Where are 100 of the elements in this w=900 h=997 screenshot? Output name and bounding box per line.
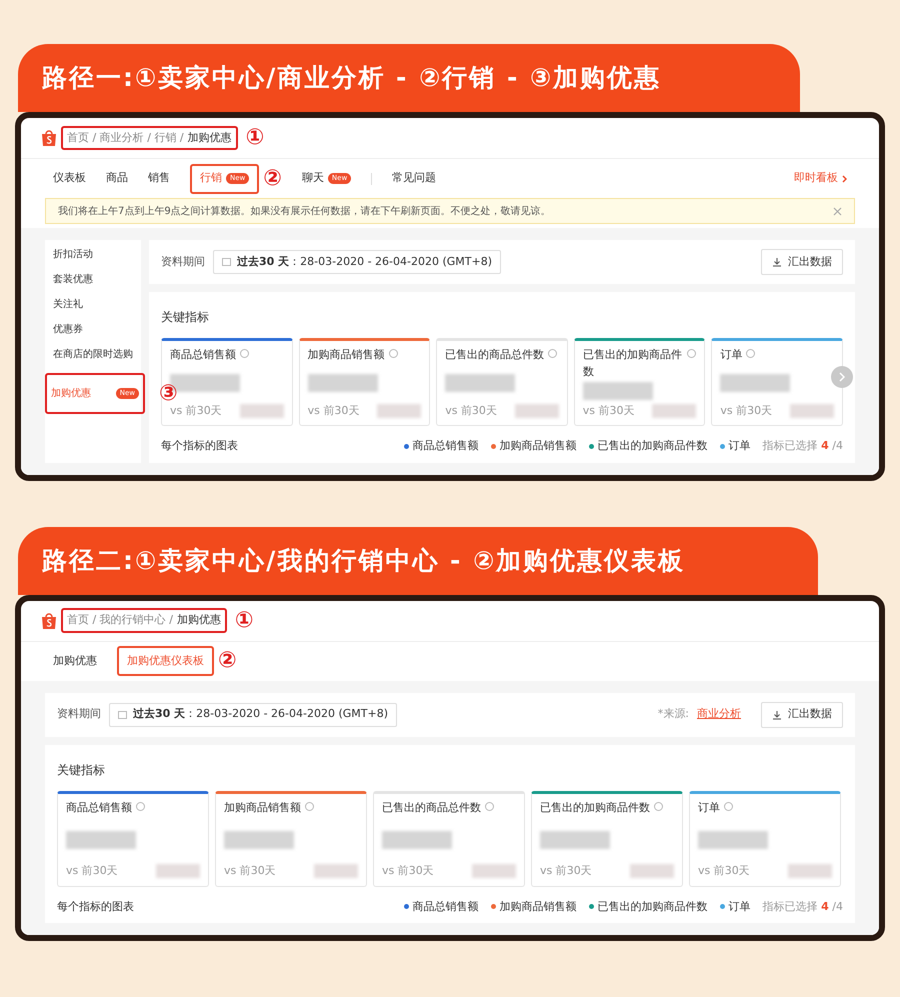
chart-heading: 每个指标的图表 bbox=[57, 898, 135, 914]
metric-title: 商品总销售额 bbox=[170, 347, 236, 363]
comparison-label: vs 前30天 bbox=[582, 402, 635, 418]
redacted-value bbox=[788, 864, 832, 878]
live-board-link[interactable]: 即时看板 bbox=[794, 170, 847, 187]
section-title-banner: 路径二:①卖家中心/我的行销中心 - ②加购优惠仪表板 bbox=[18, 526, 818, 594]
chart-heading: 每个指标的图表 bbox=[161, 438, 239, 454]
metric-title: 已售出的商品总件数 bbox=[445, 347, 544, 363]
chevron-right-icon bbox=[842, 174, 847, 182]
comparison-label: vs 前30天 bbox=[66, 863, 118, 879]
metric-title: 加购商品销售额 bbox=[308, 347, 385, 363]
help-icon bbox=[388, 349, 398, 358]
sidebar-item[interactable]: 在商店的限时选购 bbox=[53, 348, 133, 361]
calendar-icon bbox=[222, 258, 231, 266]
callout-number: ① bbox=[246, 127, 264, 149]
metric-card[interactable]: 已售出的加购商品件数 vs 前30天 bbox=[574, 338, 706, 426]
callout-number: ① bbox=[234, 610, 254, 632]
comparison-label: vs 前30天 bbox=[445, 402, 497, 418]
redacted-value bbox=[445, 374, 516, 392]
comparison-label: vs 前30天 bbox=[308, 402, 360, 418]
metric-title: 已售出的加购商品件数 bbox=[582, 347, 683, 380]
redacted-value bbox=[652, 404, 696, 418]
help-icon bbox=[687, 349, 696, 358]
date-range-field[interactable]: 过去30 天：28-03-2020 - 26-04-2020 (GMT+8) bbox=[109, 702, 397, 726]
redacted-value bbox=[472, 864, 516, 878]
selected-count-label: 指标已选择 4 /4 bbox=[762, 898, 843, 914]
breadcrumb-current: 加购优惠 bbox=[188, 130, 232, 146]
help-icon bbox=[305, 802, 314, 810]
source-label: *来源: bbox=[658, 706, 689, 722]
legend-label: 订单 bbox=[728, 438, 751, 454]
redacted-value bbox=[240, 404, 284, 418]
callout-number: ② bbox=[218, 650, 237, 672]
redacted-value bbox=[382, 830, 452, 848]
sidebar-item[interactable]: 优惠券 bbox=[53, 323, 83, 336]
nav-tab[interactable]: 加购优惠仪表板 bbox=[117, 646, 214, 676]
sidebar-item[interactable]: 套装优惠 bbox=[53, 273, 93, 286]
metric-card[interactable]: 加购商品销售额 vs 前30天 bbox=[298, 338, 430, 426]
legend-label: 加购商品销售额 bbox=[500, 438, 577, 454]
legend-label: 商品总销售额 bbox=[412, 438, 479, 454]
breadcrumb-current: 加购优惠 bbox=[176, 612, 221, 628]
legend-label: 订单 bbox=[728, 898, 751, 914]
legend-label: 加购商品销售额 bbox=[500, 898, 577, 914]
metric-card[interactable]: 已售出的商品总件数 vs 前30天 bbox=[436, 338, 568, 426]
redacted-value bbox=[582, 382, 653, 400]
section-title-banner: 路径一:①卖家中心/商业分析 - ②行销 - ③加购优惠 bbox=[18, 44, 800, 112]
shopping-bag-icon bbox=[41, 129, 57, 147]
help-icon bbox=[654, 802, 663, 810]
redacted-value bbox=[720, 374, 790, 392]
legend-label: 商品总销售额 bbox=[412, 898, 479, 914]
metric-title: 已售出的加购商品件数 bbox=[540, 800, 650, 816]
shopping-bag-icon bbox=[41, 612, 57, 630]
download-icon bbox=[772, 710, 782, 720]
comparison-label: vs 前30天 bbox=[720, 402, 772, 418]
metric-card[interactable]: 订单 vs 前30天 bbox=[711, 338, 843, 426]
section-heading: 关键指标 bbox=[161, 309, 210, 326]
sidebar-item[interactable]: 关注礼 bbox=[53, 298, 83, 311]
metric-card[interactable]: 已售出的商品总件数 vs 前30天 bbox=[373, 790, 525, 886]
help-icon bbox=[136, 802, 145, 810]
redacted-value bbox=[540, 830, 610, 848]
redacted-value bbox=[308, 374, 378, 392]
comparison-label: vs 前30天 bbox=[382, 863, 434, 879]
metric-card[interactable]: 已售出的加购商品件数 vs 前30天 bbox=[531, 790, 683, 886]
comparison-label: vs 前30天 bbox=[698, 863, 750, 879]
export-button[interactable]: 汇出数据 bbox=[761, 249, 843, 275]
date-range-field[interactable]: 过去30 天：28-03-2020 - 26-04-2020 (GMT+8) bbox=[213, 250, 501, 274]
metric-title: 订单 bbox=[720, 347, 742, 363]
export-button[interactable]: 汇出数据 bbox=[761, 702, 843, 728]
comparison-label: vs 前30天 bbox=[540, 863, 592, 879]
redacted-value bbox=[224, 830, 294, 848]
help-icon bbox=[746, 349, 756, 358]
period-label: 资料期间 bbox=[57, 706, 101, 722]
help-icon bbox=[724, 802, 733, 810]
source-link[interactable]: 商业分析 bbox=[697, 706, 741, 723]
metric-title: 已售出的商品总件数 bbox=[382, 800, 481, 816]
help-icon bbox=[240, 349, 249, 358]
nav-tab[interactable]: 仪表板 bbox=[53, 164, 86, 194]
next-button[interactable] bbox=[831, 366, 853, 388]
period-label: 资料期间 bbox=[161, 254, 205, 270]
section-heading: 关键指标 bbox=[57, 762, 106, 778]
legend-label: 已售出的加购商品件数 bbox=[598, 438, 708, 454]
metric-card[interactable]: 商品总销售额 vs 前30天 bbox=[57, 790, 209, 886]
help-icon bbox=[485, 802, 494, 810]
close-icon[interactable] bbox=[833, 206, 842, 216]
nav-tab[interactable]: 加购优惠 bbox=[53, 646, 97, 676]
redacted-value bbox=[514, 404, 559, 418]
metric-card[interactable]: 加购商品销售额 vs 前30天 bbox=[215, 790, 367, 886]
breadcrumb-path[interactable]: 首页 / 我的行销中心 / bbox=[67, 612, 173, 629]
callout-number: ② bbox=[263, 168, 282, 190]
comparison-label: vs 前30天 bbox=[224, 863, 276, 879]
metric-title: 加购商品销售额 bbox=[224, 800, 301, 816]
redacted-value bbox=[314, 864, 358, 878]
nav-tab[interactable]: 常见问题 bbox=[392, 164, 436, 194]
metric-card[interactable]: 订单 vs 前30天 bbox=[689, 790, 841, 886]
notice-text: 我们将在上午7点到上午9点之间计算数据。如果没有展示任何数据，请在下午刷新页面。不便之处，敬请见谅。 bbox=[58, 204, 552, 218]
nav-tab[interactable]: 销售 bbox=[148, 164, 170, 194]
sidebar-item[interactable]: 折扣活动 bbox=[53, 248, 93, 261]
breadcrumb-path[interactable]: 首页 / 商业分析 / 行销 / bbox=[67, 130, 184, 146]
nav-tab[interactable]: 商品 bbox=[106, 164, 128, 194]
legend-label: 已售出的加购商品件数 bbox=[598, 898, 708, 914]
metric-title: 订单 bbox=[698, 800, 720, 816]
